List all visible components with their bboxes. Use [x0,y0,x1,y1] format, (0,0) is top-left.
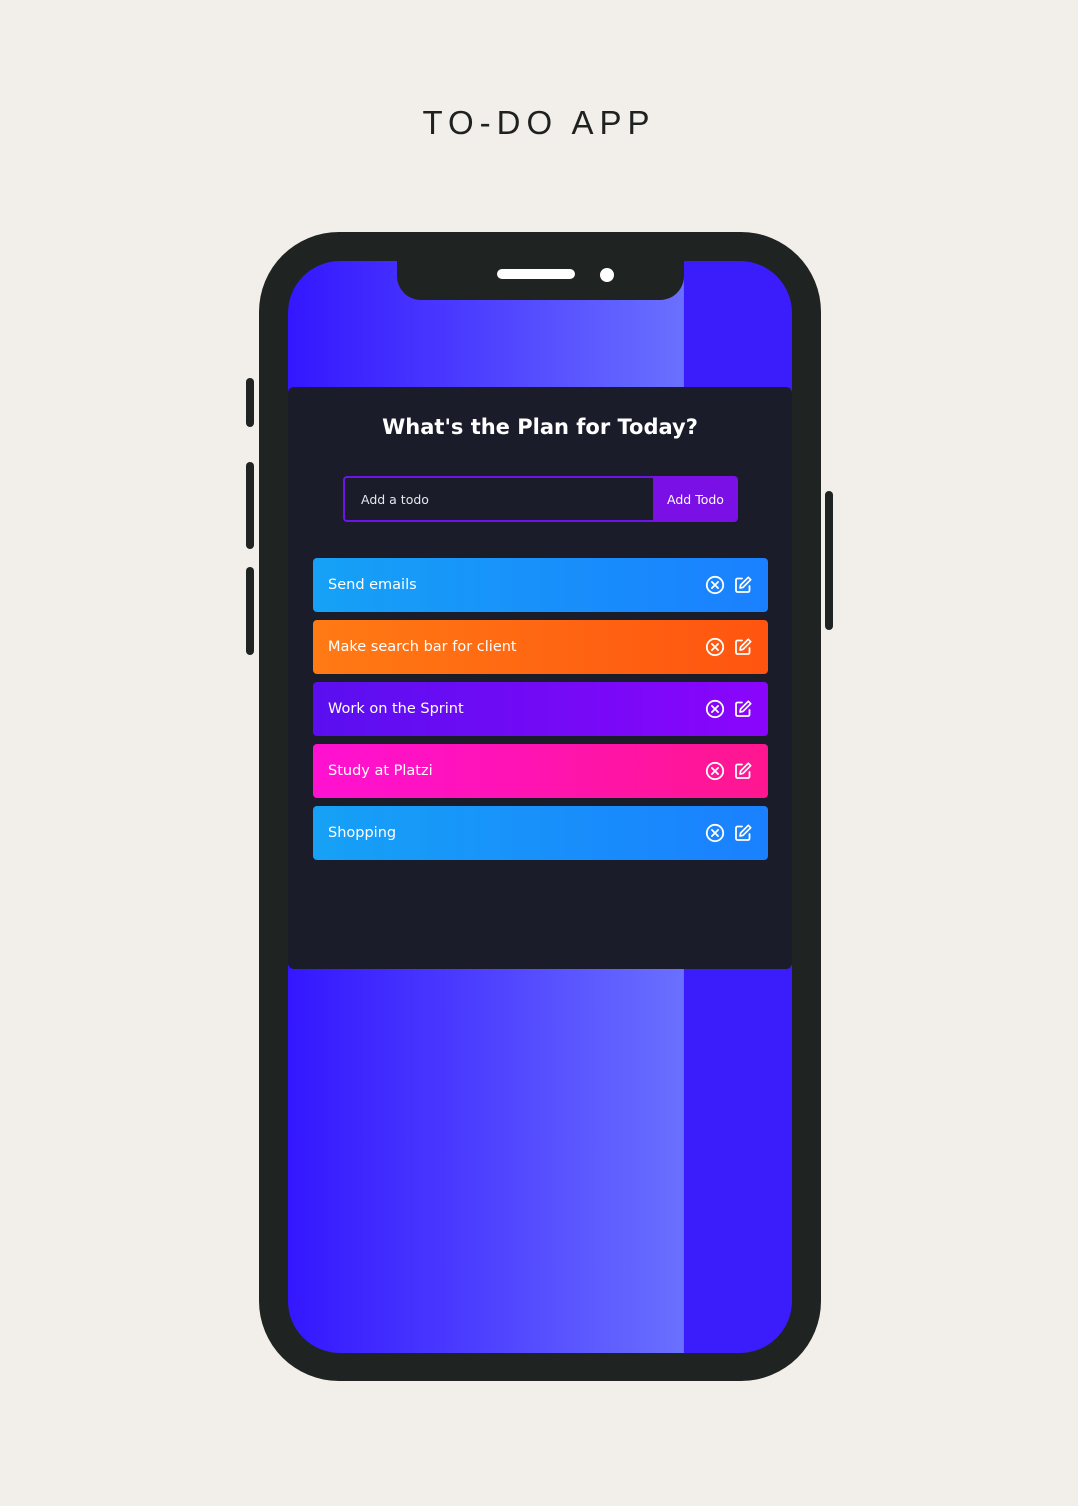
front-camera [600,268,614,282]
todo-actions [705,699,753,719]
close-circle-icon[interactable] [705,637,725,657]
todo-text: Shopping [328,825,397,841]
volume-down-button [246,567,254,655]
phone-notch [397,258,684,300]
todo-form: Add Todo [343,476,738,522]
todo-input[interactable] [343,476,653,522]
add-todo-button[interactable]: Add Todo [653,476,738,522]
edit-icon[interactable] [733,699,753,719]
todo-text: Work on the Sprint [328,701,464,717]
todo-text: Send emails [328,577,417,593]
edit-icon[interactable] [733,575,753,595]
speaker-grille [497,269,575,279]
edit-icon[interactable] [733,823,753,843]
power-button [825,491,833,630]
todo-item[interactable]: Work on the Sprint [313,682,768,736]
todo-actions [705,575,753,595]
close-circle-icon[interactable] [705,699,725,719]
todo-actions [705,637,753,657]
todo-actions [705,761,753,781]
edit-icon[interactable] [733,761,753,781]
todo-item[interactable]: Send emails [313,558,768,612]
todo-app-panel: What's the Plan for Today? Add Todo Send… [288,387,792,969]
edit-icon[interactable] [733,637,753,657]
mute-switch [246,378,254,427]
todo-actions [705,823,753,843]
volume-up-button [246,462,254,549]
todo-text: Make search bar for client [328,639,517,655]
close-circle-icon[interactable] [705,823,725,843]
app-heading: What's the Plan for Today? [382,415,698,439]
close-circle-icon[interactable] [705,575,725,595]
close-circle-icon[interactable] [705,761,725,781]
page-title: TO-DO APP [422,104,656,141]
todo-list: Send emails Make search bar for client W… [313,558,768,868]
todo-item[interactable]: Make search bar for client [313,620,768,674]
todo-item[interactable]: Study at Platzi [313,744,768,798]
todo-text: Study at Platzi [328,763,433,779]
todo-item[interactable]: Shopping [313,806,768,860]
